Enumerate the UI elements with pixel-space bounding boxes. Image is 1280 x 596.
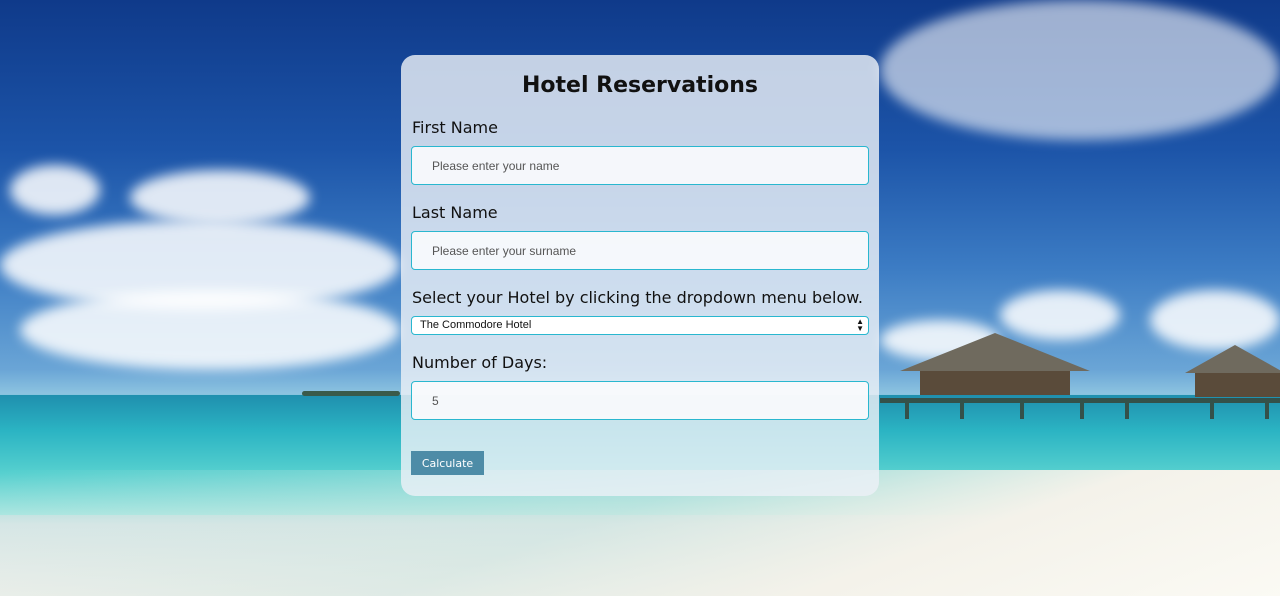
- hotel-select-value: The Commodore Hotel: [420, 319, 532, 331]
- cloud: [880, 0, 1280, 140]
- calculate-button[interactable]: Calculate: [411, 451, 484, 475]
- island: [302, 391, 400, 396]
- pier-post: [960, 403, 964, 419]
- days-label: Number of Days:: [412, 353, 548, 372]
- last-name-input[interactable]: [411, 231, 869, 270]
- form-title: Hotel Reservations: [521, 73, 758, 98]
- pier-post: [1125, 403, 1129, 419]
- updown-arrows-icon: ▲ ▼: [856, 317, 864, 333]
- reservation-form: Hotel Reservations First Name Last Name …: [401, 55, 879, 496]
- pier-post: [1265, 403, 1269, 419]
- cloud: [20, 290, 400, 370]
- last-name-label: Last Name: [412, 203, 498, 222]
- pier-post: [905, 403, 909, 419]
- cloud: [130, 170, 310, 225]
- first-name-label: First Name: [412, 118, 498, 137]
- hotel-select[interactable]: The Commodore Hotel ▲ ▼: [411, 316, 869, 335]
- first-name-input[interactable]: [411, 146, 869, 185]
- beach-background: Hotel Reservations First Name Last Name …: [0, 0, 1280, 596]
- pier-post: [1020, 403, 1024, 419]
- hotel-select-label: Select your Hotel by clicking the dropdo…: [412, 288, 863, 307]
- cloud: [1150, 290, 1280, 350]
- pier-post: [1080, 403, 1084, 419]
- days-input[interactable]: [411, 381, 869, 420]
- pier-post: [1210, 403, 1214, 419]
- cloud: [10, 165, 100, 215]
